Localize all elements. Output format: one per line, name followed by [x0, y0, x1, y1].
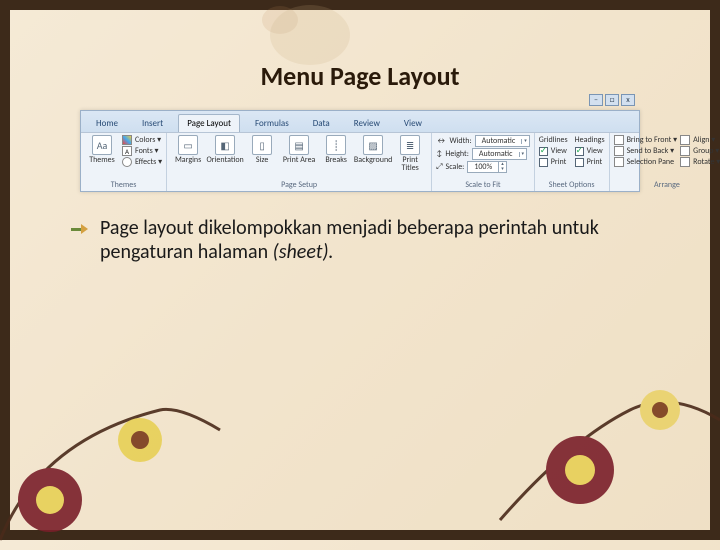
group-label-page-setup: Page Setup	[171, 179, 427, 190]
group-themes: Aa Themes Colors ▾ AFonts ▾ Effects ▾ Th…	[81, 133, 167, 191]
effects-icon	[122, 157, 132, 167]
slide-title: Menu Page Layout	[10, 60, 710, 92]
group-sheet-options: Gridlines View Print Headings View Print…	[535, 133, 610, 191]
group-arrange: Bring to Front ▾ Send to Back ▾ Selectio…	[610, 133, 720, 191]
group-label-sheet-options: Sheet Options	[539, 179, 605, 190]
rotate-icon	[680, 157, 690, 167]
align-icon	[680, 135, 690, 145]
scale-width-row: ↔Width:Automatic▾	[436, 135, 530, 147]
breaks-button[interactable]: ┊Breaks	[319, 135, 353, 164]
colors-button[interactable]: Colors ▾	[122, 135, 162, 145]
width-icon: ↔	[436, 136, 446, 146]
headings-header: Headings	[575, 135, 605, 145]
gridlines-header: Gridlines	[539, 135, 568, 145]
bring-to-front-button[interactable]: Bring to Front ▾	[614, 135, 678, 145]
gridlines-view-checkbox[interactable]: View	[539, 146, 568, 156]
align-button[interactable]: Align ▾	[680, 135, 720, 145]
checkbox-icon	[539, 158, 548, 167]
group-label-scale: Scale to Fit	[436, 179, 530, 190]
decorative-flower	[0, 380, 240, 550]
checkbox-icon	[539, 147, 548, 156]
height-dropdown[interactable]: Automatic▾	[472, 148, 527, 160]
orientation-icon: ◧	[215, 135, 235, 155]
scale-spinner[interactable]: 100%▴▾	[467, 161, 506, 173]
size-button[interactable]: ▯Size	[245, 135, 279, 164]
tab-home[interactable]: Home	[87, 114, 127, 132]
tab-page-layout[interactable]: Page Layout	[178, 114, 240, 132]
send-to-back-button[interactable]: Send to Back ▾	[614, 146, 678, 156]
window-minimize-button[interactable]: –	[589, 94, 603, 106]
bullet-icon	[70, 220, 88, 238]
window-close-button[interactable]: x	[621, 94, 635, 106]
group-label-themes: Themes	[85, 179, 162, 190]
gridlines-print-checkbox[interactable]: Print	[539, 157, 568, 167]
checkbox-icon	[575, 147, 584, 156]
headings-view-checkbox[interactable]: View	[575, 146, 605, 156]
chevron-down-icon: ▾	[519, 152, 527, 157]
excel-ribbon: Home Insert Page Layout Formulas Data Re…	[80, 110, 640, 192]
group-page-setup: ▭Margins ◧Orientation ▯Size ▤Print Area …	[167, 133, 432, 191]
body-text-emphasis: (sheet).	[273, 240, 334, 264]
window-maximize-button[interactable]: □	[605, 94, 619, 106]
send-back-icon	[614, 146, 624, 156]
scale-height-row: ↕Height:Automatic▾	[436, 148, 530, 160]
rotate-button[interactable]: Rotate ▾	[680, 157, 720, 167]
fonts-icon: A	[122, 146, 132, 156]
body-paragraph: Page layout dikelompokkan menjadi bebera…	[100, 216, 640, 264]
tab-insert[interactable]: Insert	[133, 114, 172, 132]
tab-formulas[interactable]: Formulas	[246, 114, 298, 132]
chevron-down-icon: ▾	[521, 139, 529, 144]
height-icon: ↕	[436, 149, 442, 159]
tab-review[interactable]: Review	[345, 114, 389, 132]
group-icon	[680, 146, 690, 156]
print-titles-icon: ≣	[400, 135, 420, 155]
bring-front-icon	[614, 135, 624, 145]
tab-view[interactable]: View	[395, 114, 431, 132]
effects-button[interactable]: Effects ▾	[122, 157, 162, 167]
tab-data[interactable]: Data	[304, 114, 339, 132]
ribbon-tabs: Home Insert Page Layout Formulas Data Re…	[81, 111, 639, 133]
group-button[interactable]: Group ▾	[680, 146, 720, 156]
decorative-flower	[490, 350, 720, 540]
spinner-arrows-icon: ▴▾	[498, 162, 506, 172]
scale-row: ⤢Scale:100%▴▾	[436, 161, 530, 173]
checkbox-icon	[575, 158, 584, 167]
breaks-icon: ┊	[326, 135, 346, 155]
margins-icon: ▭	[178, 135, 198, 155]
print-titles-button[interactable]: ≣Print Titles	[393, 135, 427, 172]
body-text-main: Page layout dikelompokkan menjadi bebera…	[100, 216, 599, 264]
themes-button[interactable]: Aa Themes	[85, 135, 119, 164]
print-area-icon: ▤	[289, 135, 309, 155]
scale-icon: ⤢	[436, 162, 442, 172]
fonts-button[interactable]: AFonts ▾	[122, 146, 162, 156]
background-button[interactable]: ▨Background	[356, 135, 390, 164]
margins-button[interactable]: ▭Margins	[171, 135, 205, 164]
size-icon: ▯	[252, 135, 272, 155]
selection-pane-button[interactable]: Selection Pane	[614, 157, 678, 167]
background-icon: ▨	[363, 135, 383, 155]
headings-print-checkbox[interactable]: Print	[575, 157, 605, 167]
selection-pane-icon	[614, 157, 624, 167]
group-scale-to-fit: ↔Width:Automatic▾ ↕Height:Automatic▾ ⤢Sc…	[432, 133, 535, 191]
colors-icon	[122, 135, 132, 145]
ribbon-body: Aa Themes Colors ▾ AFonts ▾ Effects ▾ Th…	[81, 133, 639, 191]
width-dropdown[interactable]: Automatic▾	[475, 135, 530, 147]
themes-icon: Aa	[92, 135, 112, 155]
themes-label: Themes	[89, 156, 115, 164]
orientation-button[interactable]: ◧Orientation	[208, 135, 242, 164]
print-area-button[interactable]: ▤Print Area	[282, 135, 316, 164]
group-label-arrange: Arrange	[614, 179, 720, 190]
